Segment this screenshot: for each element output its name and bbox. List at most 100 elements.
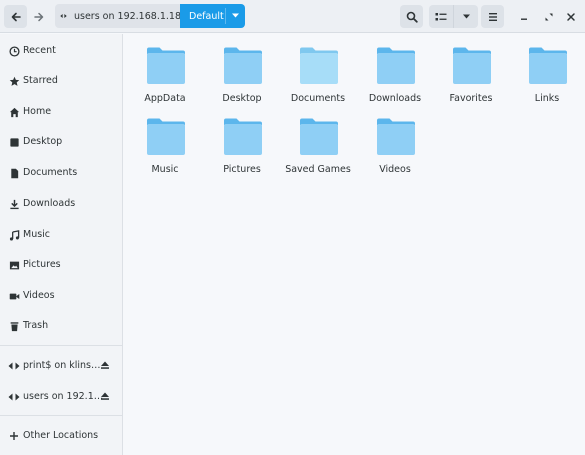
path-bar[interactable]: users on 192.168.1.18 (55, 4, 181, 28)
picture-icon (8, 259, 20, 271)
sidebar-item-downloads[interactable]: Downloads (0, 192, 122, 216)
view-options-group (429, 5, 478, 28)
arrow-left-icon (11, 12, 21, 21)
close-button[interactable] (559, 5, 582, 28)
sidebar-item-label: Desktop (23, 136, 63, 147)
header-bar: users on 192.168.1.18 Default (0, 0, 585, 33)
close-icon (566, 12, 575, 21)
sidebar-item-label: users on 192.1… (23, 391, 104, 402)
sidebar-item-label: Starred (23, 75, 58, 86)
trash-icon (8, 320, 20, 332)
clock-icon (8, 45, 20, 57)
sidebar-item-label: Documents (23, 167, 78, 178)
folder-name: Downloads (368, 93, 422, 104)
video-icon (8, 290, 20, 302)
folder-icon (453, 47, 491, 84)
arrow-right-icon (33, 12, 43, 21)
folder-item[interactable]: Pictures (204, 107, 280, 177)
minimize-icon (520, 18, 527, 20)
folder-name: AppData (144, 93, 186, 104)
default-label: Default (189, 10, 224, 22)
folder-icon (224, 118, 262, 155)
sidebar-item-pictures[interactable]: Pictures (0, 253, 122, 277)
folder-name: Favorites (449, 93, 493, 104)
chevron-down-icon (462, 14, 470, 19)
sidebar-item-label: Videos (23, 290, 55, 301)
chevron-down-icon[interactable] (231, 12, 240, 19)
sidebar: Recent Starred Home Desktop Documents Do… (0, 34, 123, 455)
maximize-button[interactable] (537, 5, 560, 28)
desktop-icon (8, 136, 20, 148)
view-options-button[interactable] (454, 5, 478, 28)
sidebar-item-trash[interactable]: Trash (0, 314, 122, 338)
eject-icon[interactable] (100, 391, 110, 404)
folder-name: Pictures (223, 164, 261, 175)
main-menu-button[interactable] (481, 5, 504, 28)
network-icon (8, 391, 20, 403)
back-button[interactable] (4, 5, 27, 28)
search-icon (406, 11, 418, 23)
sidebar-item-users-share[interactable]: users on 192.1… (0, 385, 122, 409)
folder-icon (224, 47, 262, 84)
sidebar-item-starred[interactable]: Starred (0, 69, 122, 93)
network-icon (8, 360, 20, 372)
sidebar-item-videos[interactable]: Videos (0, 284, 122, 308)
file-grid: AppData Desktop Documents Downloads Favorite… (124, 34, 585, 455)
path-label: users on 192.168.1.18 (73, 10, 181, 22)
sidebar-item-label: Music (23, 229, 51, 240)
minimize-button[interactable] (512, 5, 535, 28)
folder-item[interactable]: Documents (280, 36, 356, 106)
folder-item[interactable]: Videos (357, 107, 433, 177)
sidebar-item-label: Downloads (23, 198, 76, 209)
list-view-button[interactable] (429, 5, 452, 28)
sidebar-item-desktop[interactable]: Desktop (0, 130, 122, 154)
folder-item[interactable]: Links (509, 36, 585, 106)
folder-icon (300, 47, 338, 84)
star-icon (8, 75, 20, 87)
sidebar-item-label: Home (23, 106, 52, 117)
plus-icon (8, 430, 20, 442)
search-button[interactable] (400, 5, 423, 28)
document-icon (8, 167, 20, 179)
folder-name: Documents (290, 93, 346, 104)
folder-name: Music (151, 164, 179, 175)
hamburger-menu-icon (488, 12, 497, 21)
sidebar-item-label: print$ on klins… (23, 360, 101, 371)
list-view-icon (435, 12, 446, 20)
button-divider (225, 8, 226, 24)
home-icon (8, 106, 20, 118)
sidebar-item-label: Pictures (23, 259, 61, 270)
folder-icon (377, 118, 415, 155)
eject-icon[interactable] (100, 360, 110, 373)
sidebar-divider (0, 415, 122, 416)
default-path-button[interactable]: Default (180, 4, 245, 28)
folder-item[interactable]: AppData (127, 36, 203, 106)
forward-button[interactable] (27, 5, 50, 28)
sidebar-item-label: Trash (23, 320, 49, 331)
sidebar-item-home[interactable]: Home (0, 100, 122, 124)
sidebar-item-recent[interactable]: Recent (0, 39, 122, 63)
folder-icon (147, 47, 185, 84)
sidebar-item-label: Recent (23, 45, 56, 56)
folder-name: Links (534, 93, 560, 104)
sidebar-item-label: Other Locations (23, 430, 99, 441)
folder-icon (147, 118, 185, 155)
sidebar-item-other-locations[interactable]: Other Locations (0, 424, 122, 448)
folder-item[interactable]: Favorites (433, 36, 509, 106)
folder-item[interactable]: Downloads (357, 36, 433, 106)
sidebar-item-documents[interactable]: Documents (0, 161, 122, 185)
folder-item[interactable]: Saved Games (280, 107, 356, 177)
folder-name: Desktop (222, 93, 262, 104)
music-icon (8, 229, 20, 241)
sidebar-divider (0, 345, 122, 346)
folder-icon (529, 47, 567, 84)
download-icon (8, 198, 20, 210)
sidebar-item-music[interactable]: Music (0, 223, 122, 247)
folder-name: Saved Games (285, 164, 351, 175)
sidebar-item-print-share[interactable]: print$ on klins… (0, 354, 122, 378)
folder-icon (300, 118, 338, 155)
folder-icon (377, 47, 415, 84)
folder-name: Videos (379, 164, 411, 175)
folder-item[interactable]: Music (127, 107, 203, 177)
folder-item[interactable]: Desktop (204, 36, 280, 106)
